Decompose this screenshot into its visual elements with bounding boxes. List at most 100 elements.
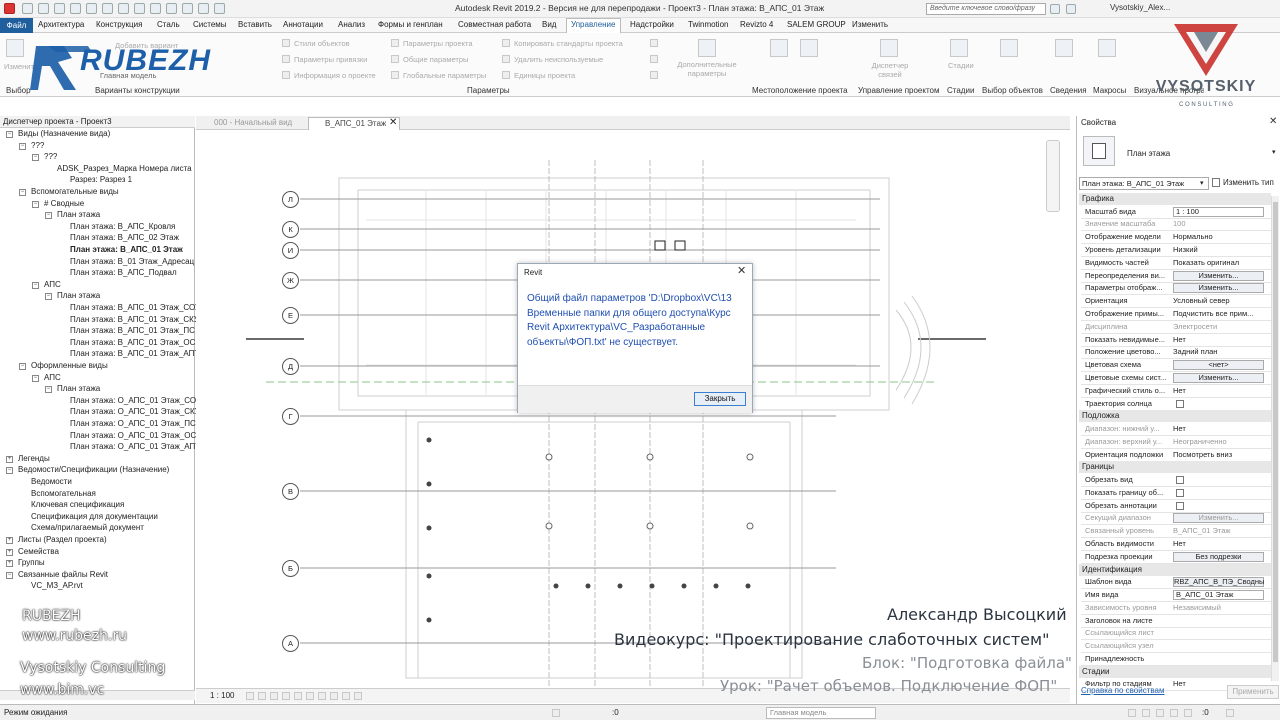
property-row[interactable]: Показать невидимые... Нет bbox=[1081, 334, 1271, 347]
property-row[interactable]: Диапазон: верхний у... Неограниченно bbox=[1081, 436, 1271, 449]
select-links-icon[interactable] bbox=[1128, 709, 1136, 717]
properties-help-link[interactable]: Справка по свойствам bbox=[1081, 686, 1164, 695]
selector-dropdown-icon[interactable]: ▾ bbox=[1200, 178, 1204, 189]
detail-level-icon[interactable] bbox=[246, 692, 254, 700]
ribbon-project-info[interactable]: Информация о проекте bbox=[294, 71, 376, 80]
tab-view[interactable]: Вид bbox=[542, 20, 556, 29]
property-category[interactable]: Графика bbox=[1079, 193, 1271, 205]
ribbon-project-units[interactable]: Единицы проекта bbox=[514, 71, 575, 80]
property-row[interactable]: Подрезка проекции Без подрезки bbox=[1081, 551, 1271, 564]
property-row[interactable]: Дисциплина Электросети bbox=[1081, 321, 1271, 334]
property-row[interactable]: Траектория солнца bbox=[1081, 398, 1271, 411]
property-value[interactable]: Подчистить все прим... bbox=[1173, 308, 1265, 320]
ribbon-project-params[interactable]: Параметры проекта bbox=[403, 39, 473, 48]
tab-current-view[interactable]: В_АПС_01 Этаж bbox=[308, 117, 400, 130]
manage-links-icon[interactable] bbox=[880, 39, 898, 57]
property-row[interactable]: Принадлежность bbox=[1081, 653, 1271, 666]
property-category[interactable]: Идентификация bbox=[1079, 563, 1271, 576]
macros-icon[interactable] bbox=[1098, 39, 1116, 57]
browser-tree-node[interactable]: ??? bbox=[31, 141, 44, 151]
property-value[interactable]: Показать оригинал bbox=[1173, 257, 1265, 269]
properties-palette[interactable]: Свойства ✕ План этажа ▾ План этажа: В_АП… bbox=[1076, 116, 1280, 704]
property-row[interactable]: Ссылающийся лист bbox=[1081, 627, 1271, 641]
crop-region-icon[interactable] bbox=[306, 692, 314, 700]
tree-expander-icon[interactable]: − bbox=[45, 293, 52, 301]
property-category[interactable]: Границы bbox=[1079, 461, 1271, 474]
tree-expander-icon[interactable]: − bbox=[32, 281, 39, 289]
property-row[interactable]: Обрезать аннотации bbox=[1081, 500, 1271, 513]
property-input[interactable]: 1 : 100 bbox=[1173, 206, 1264, 217]
tab-modify[interactable]: Изменить bbox=[852, 20, 888, 29]
select-underlay-icon[interactable] bbox=[1142, 709, 1150, 717]
browser-tree-node[interactable]: План этажа: В_АПС_Кровля bbox=[70, 222, 175, 232]
property-input[interactable]: В_АПС_01 Этаж bbox=[1173, 590, 1264, 600]
measure-icon[interactable] bbox=[118, 3, 129, 14]
browser-tree-node[interactable]: Ключевая спецификация bbox=[31, 500, 124, 510]
grid-bubble[interactable]: Л bbox=[282, 191, 299, 208]
phases-icon[interactable] bbox=[950, 39, 968, 57]
select-pinned-icon[interactable] bbox=[1156, 709, 1164, 717]
property-value[interactable]: Нет bbox=[1173, 334, 1265, 346]
tree-expander-icon[interactable]: − bbox=[32, 374, 39, 382]
shadows-icon[interactable] bbox=[282, 692, 290, 700]
settings-small-icon-3[interactable] bbox=[650, 71, 658, 79]
grid-bubble[interactable]: В bbox=[282, 483, 299, 500]
navigation-bar[interactable] bbox=[1046, 140, 1060, 212]
browser-tree-node[interactable]: Разрез: Разрез 1 bbox=[70, 175, 132, 185]
property-row[interactable]: Зависимость уровня Независимый bbox=[1081, 602, 1271, 615]
tab-start-view[interactable]: 000 - Начальный вид bbox=[198, 117, 304, 130]
grid-bubble[interactable]: Д bbox=[282, 358, 299, 375]
property-button[interactable]: <нет> bbox=[1173, 360, 1264, 371]
ribbon-global-params[interactable]: Глобальные параметры bbox=[403, 71, 486, 80]
tab-steel[interactable]: Сталь bbox=[157, 20, 180, 29]
property-row[interactable]: Значение масштаба 100 bbox=[1081, 218, 1271, 232]
property-button[interactable]: Изменить... bbox=[1173, 283, 1264, 294]
browser-tree-node[interactable]: План этажа bbox=[57, 384, 100, 394]
property-row[interactable]: Положение цветово... Задний план bbox=[1081, 346, 1271, 360]
property-row[interactable]: Шаблон вида RBZ_АПС_В_ПЭ_Сводны bbox=[1081, 576, 1271, 590]
tab-manage[interactable]: Управление bbox=[571, 20, 615, 29]
grid-bubble[interactable]: Е bbox=[282, 307, 299, 324]
crop-view-icon[interactable] bbox=[294, 692, 302, 700]
grid-bubble[interactable]: К bbox=[282, 221, 299, 238]
browser-tree-node[interactable]: План этажа bbox=[57, 210, 100, 220]
browser-tree-node[interactable]: План этажа: В_АПС_01 Этаж_ПС bbox=[70, 326, 195, 336]
close-tab-icon[interactable]: ✕ bbox=[389, 117, 397, 128]
property-row[interactable]: Отображение модели Нормально bbox=[1081, 231, 1271, 245]
grid-bubble[interactable]: Б bbox=[282, 560, 299, 577]
browser-tree-node[interactable]: План этажа: В_АПС_01 Этаж_СКУ bbox=[70, 315, 199, 325]
property-button[interactable]: Изменить... bbox=[1173, 513, 1264, 524]
tab-file[interactable]: Файл bbox=[0, 18, 33, 33]
redo-icon[interactable] bbox=[86, 3, 97, 14]
browser-tree-node[interactable]: Ведомости bbox=[31, 477, 72, 487]
filter-icon[interactable] bbox=[1226, 709, 1234, 717]
browser-tree-node[interactable]: План этажа: О_АПС_01 Этаж_ПС bbox=[70, 419, 196, 429]
property-row[interactable]: Масштаб вида 1 : 100 bbox=[1081, 206, 1271, 219]
property-category[interactable]: Стадии bbox=[1079, 665, 1271, 678]
browser-tree-node[interactable]: VC_МЗ_АР.rvt bbox=[31, 581, 83, 591]
modify-icon[interactable] bbox=[6, 39, 24, 57]
close-hidden-icon[interactable] bbox=[198, 3, 209, 14]
browser-tree-node[interactable]: План этажа: О_АПС_01 Этаж_АПТ bbox=[70, 442, 200, 452]
property-value[interactable]: Нет bbox=[1173, 538, 1265, 550]
tree-expander-icon[interactable]: − bbox=[32, 200, 39, 208]
property-checkbox[interactable] bbox=[1176, 488, 1184, 497]
tree-expander-icon[interactable]: − bbox=[19, 189, 26, 196]
property-row[interactable]: Показать границу об... bbox=[1081, 487, 1271, 500]
ribbon-snaps[interactable]: Параметры привязки bbox=[294, 55, 367, 64]
browser-tree-node[interactable]: Виды (Назначение вида) bbox=[18, 129, 110, 139]
property-value[interactable]: Нормально bbox=[1173, 231, 1265, 243]
property-row[interactable]: Имя вида В_АПС_01 Этаж bbox=[1081, 589, 1271, 602]
property-row[interactable]: Ориентация подложки Посмотреть вниз bbox=[1081, 449, 1271, 462]
tree-expander-icon[interactable]: − bbox=[6, 571, 13, 579]
section-icon[interactable] bbox=[166, 3, 177, 14]
tab-insert[interactable]: Вставить bbox=[238, 20, 272, 29]
browser-tree-node[interactable]: Листы (Раздел проекта) bbox=[18, 535, 107, 545]
undo-icon[interactable] bbox=[70, 3, 81, 14]
ribbon-purge[interactable]: Удалить неиспользуемые bbox=[514, 55, 603, 64]
apply-button[interactable]: Применить bbox=[1227, 685, 1279, 699]
tree-expander-icon[interactable]: − bbox=[6, 131, 13, 138]
property-value[interactable]: Посмотреть вниз bbox=[1173, 449, 1265, 461]
grid-bubble[interactable]: Ж bbox=[282, 272, 299, 289]
search-input[interactable]: Введите ключевое слово/фразу bbox=[926, 3, 1046, 15]
